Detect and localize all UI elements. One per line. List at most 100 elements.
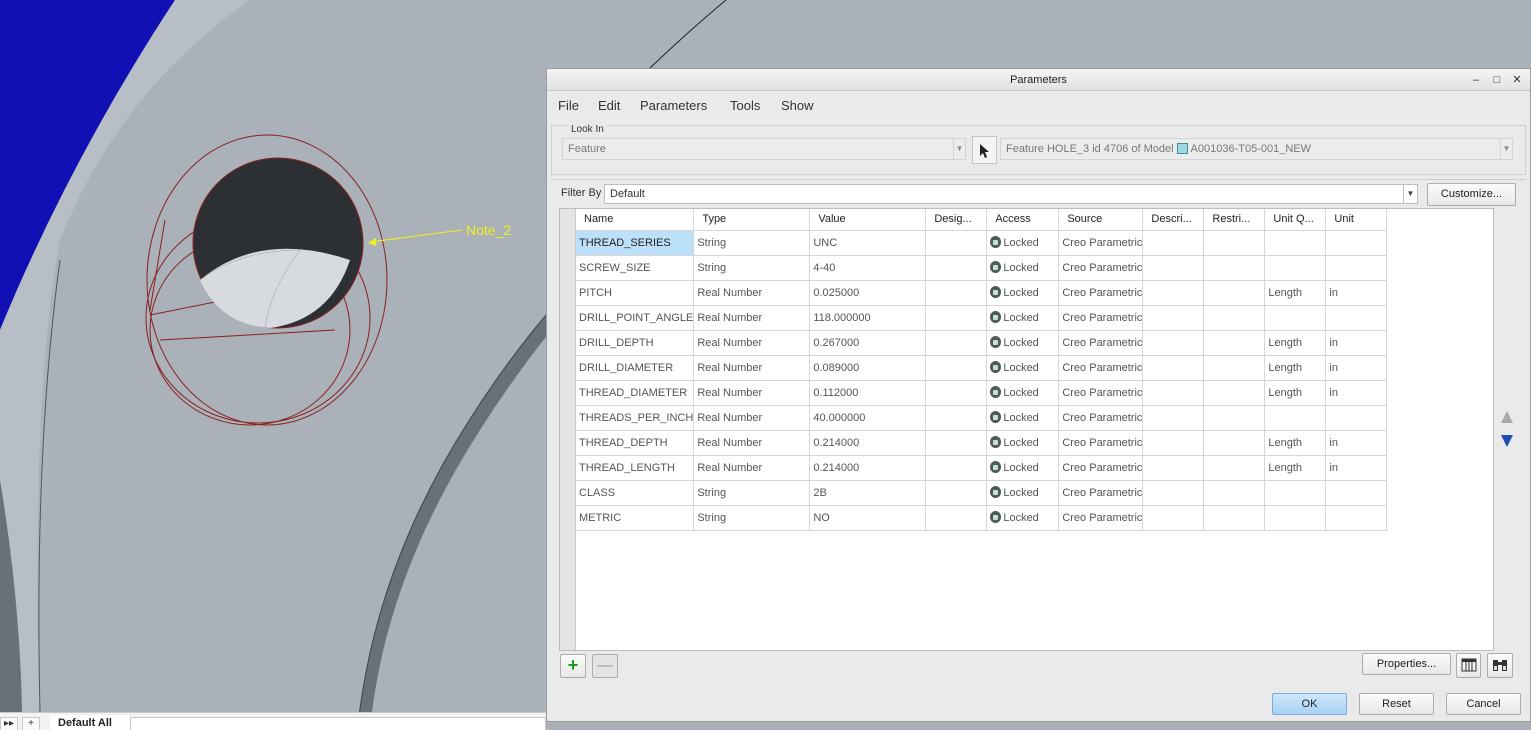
cell-type[interactable]: String [693, 480, 811, 506]
cell-source[interactable]: Creo Parametric [1058, 355, 1144, 381]
cell-name[interactable]: DRILL_DEPTH [576, 330, 695, 356]
cell-type[interactable]: Real Number [693, 355, 811, 381]
cell-access[interactable]: Locked [986, 430, 1060, 456]
cell-type[interactable]: String [693, 255, 811, 281]
table-row[interactable]: THREADS_PER_INCH Real Number 40.000000 Lock… [576, 405, 1388, 431]
cell-unit-quantity[interactable]: Length [1264, 455, 1327, 481]
cell-restriction[interactable] [1203, 505, 1266, 531]
cell-type[interactable]: String [693, 230, 811, 256]
cell-value[interactable]: 118.000000 [809, 305, 927, 331]
properties-button[interactable]: Properties... [1362, 653, 1451, 675]
tab-default-all[interactable]: Default All [50, 715, 130, 730]
cell-unit[interactable] [1325, 255, 1388, 281]
cell-description[interactable] [1142, 255, 1205, 281]
select-object-button[interactable] [972, 136, 997, 164]
cell-value[interactable]: UNC [809, 230, 927, 256]
cell-value[interactable]: 0.214000 [809, 430, 927, 456]
cell-name[interactable]: THREAD_DIAMETER [576, 380, 695, 406]
cell-name[interactable]: THREAD_LENGTH [576, 455, 695, 481]
cell-source[interactable]: Creo Parametric [1058, 505, 1144, 531]
scroll-up-arrow-icon[interactable] [1500, 410, 1514, 424]
cell-description[interactable] [1142, 330, 1205, 356]
cell-description[interactable] [1142, 405, 1205, 431]
cell-source[interactable]: Creo Parametric [1058, 480, 1144, 506]
table-row[interactable]: PITCH Real Number 0.025000 Locked Creo Param… [576, 280, 1388, 306]
cell-type[interactable]: Real Number [693, 380, 811, 406]
columns-button[interactable] [1456, 653, 1481, 678]
cell-name[interactable]: THREADS_PER_INCH [576, 405, 695, 431]
note-label[interactable]: Note_2 [466, 222, 511, 238]
cell-source[interactable]: Creo Parametric [1058, 455, 1144, 481]
cell-description[interactable] [1142, 305, 1205, 331]
column-header-value[interactable]: Value [809, 209, 927, 231]
cell-access[interactable]: Locked [986, 455, 1060, 481]
table-row[interactable]: METRIC String NO Locked Creo Parametric [576, 505, 1388, 531]
cell-source[interactable]: Creo Parametric [1058, 305, 1144, 331]
cell-designate[interactable] [925, 380, 988, 406]
column-header-designate[interactable]: Desig... [925, 209, 988, 231]
cell-designate[interactable] [925, 505, 988, 531]
cell-designate[interactable] [925, 480, 988, 506]
cell-unit[interactable]: in [1325, 330, 1388, 356]
cell-value[interactable]: 0.089000 [809, 355, 927, 381]
table-row[interactable]: THREAD_SERIES String UNC Locked Creo Paramet… [576, 230, 1388, 256]
cell-name[interactable]: PITCH [576, 280, 695, 306]
cell-access[interactable]: Locked [986, 255, 1060, 281]
cell-restriction[interactable] [1203, 255, 1266, 281]
cell-unit-quantity[interactable] [1264, 505, 1327, 531]
cell-name[interactable]: THREAD_SERIES [576, 230, 695, 256]
column-header-source[interactable]: Source [1058, 209, 1144, 231]
menu-file[interactable]: File [558, 98, 579, 113]
cell-unit[interactable]: in [1325, 380, 1388, 406]
cell-designate[interactable] [925, 455, 988, 481]
cell-type[interactable]: Real Number [693, 455, 811, 481]
cell-designate[interactable] [925, 230, 988, 256]
cell-type[interactable]: Real Number [693, 430, 811, 456]
cell-source[interactable]: Creo Parametric [1058, 330, 1144, 356]
menu-parameters[interactable]: Parameters [640, 98, 707, 113]
find-button[interactable] [1487, 653, 1513, 678]
cell-type[interactable]: Real Number [693, 405, 811, 431]
cell-access[interactable]: Locked [986, 480, 1060, 506]
column-header-type[interactable]: Type [693, 209, 811, 231]
cell-description[interactable] [1142, 280, 1205, 306]
table-row[interactable]: DRILL_DEPTH Real Number 0.267000 Locked Creo… [576, 330, 1388, 356]
cell-designate[interactable] [925, 330, 988, 356]
cell-value[interactable]: 0.112000 [809, 380, 927, 406]
cell-unit-quantity[interactable]: Length [1264, 330, 1327, 356]
cell-access[interactable]: Locked [986, 380, 1060, 406]
cell-designate[interactable] [925, 255, 988, 281]
cell-access[interactable]: Locked [986, 230, 1060, 256]
add-parameter-button[interactable]: + [560, 654, 586, 678]
cell-unit-quantity[interactable]: Length [1264, 380, 1327, 406]
minimize-button[interactable]: – [1469, 73, 1483, 87]
cell-name[interactable]: SCREW_SIZE [576, 255, 695, 281]
cell-designate[interactable] [925, 430, 988, 456]
customize-button[interactable]: Customize... [1427, 183, 1516, 206]
cell-unit[interactable] [1325, 305, 1388, 331]
cell-source[interactable]: Creo Parametric [1058, 380, 1144, 406]
ok-button[interactable]: OK [1272, 693, 1347, 715]
cell-value[interactable]: 0.214000 [809, 455, 927, 481]
cell-unit-quantity[interactable]: Length [1264, 355, 1327, 381]
cell-unit[interactable] [1325, 405, 1388, 431]
table-row[interactable]: CLASS String 2B Locked Creo Parametric [576, 480, 1388, 506]
cell-source[interactable]: Creo Parametric [1058, 230, 1144, 256]
cell-restriction[interactable] [1203, 355, 1266, 381]
cell-type[interactable]: Real Number [693, 305, 811, 331]
cell-source[interactable]: Creo Parametric [1058, 255, 1144, 281]
cell-type[interactable]: Real Number [693, 280, 811, 306]
table-row[interactable]: THREAD_DEPTH Real Number 0.214000 Locked Cre… [576, 430, 1388, 456]
column-header-access[interactable]: Access [986, 209, 1060, 231]
cell-description[interactable] [1142, 505, 1205, 531]
column-header-unit[interactable]: Unit [1325, 209, 1388, 231]
cell-value[interactable]: 4-40 [809, 255, 927, 281]
cell-restriction[interactable] [1203, 430, 1266, 456]
cell-unit[interactable] [1325, 480, 1388, 506]
cell-designate[interactable] [925, 305, 988, 331]
cell-access[interactable]: Locked [986, 355, 1060, 381]
cell-unit[interactable]: in [1325, 430, 1388, 456]
cell-restriction[interactable] [1203, 480, 1266, 506]
filter-by-select[interactable]: Default ▼ [604, 184, 1418, 204]
look-in-object-select[interactable]: Feature HOLE_3 id 4706 of Model A001036-T… [1000, 138, 1513, 160]
